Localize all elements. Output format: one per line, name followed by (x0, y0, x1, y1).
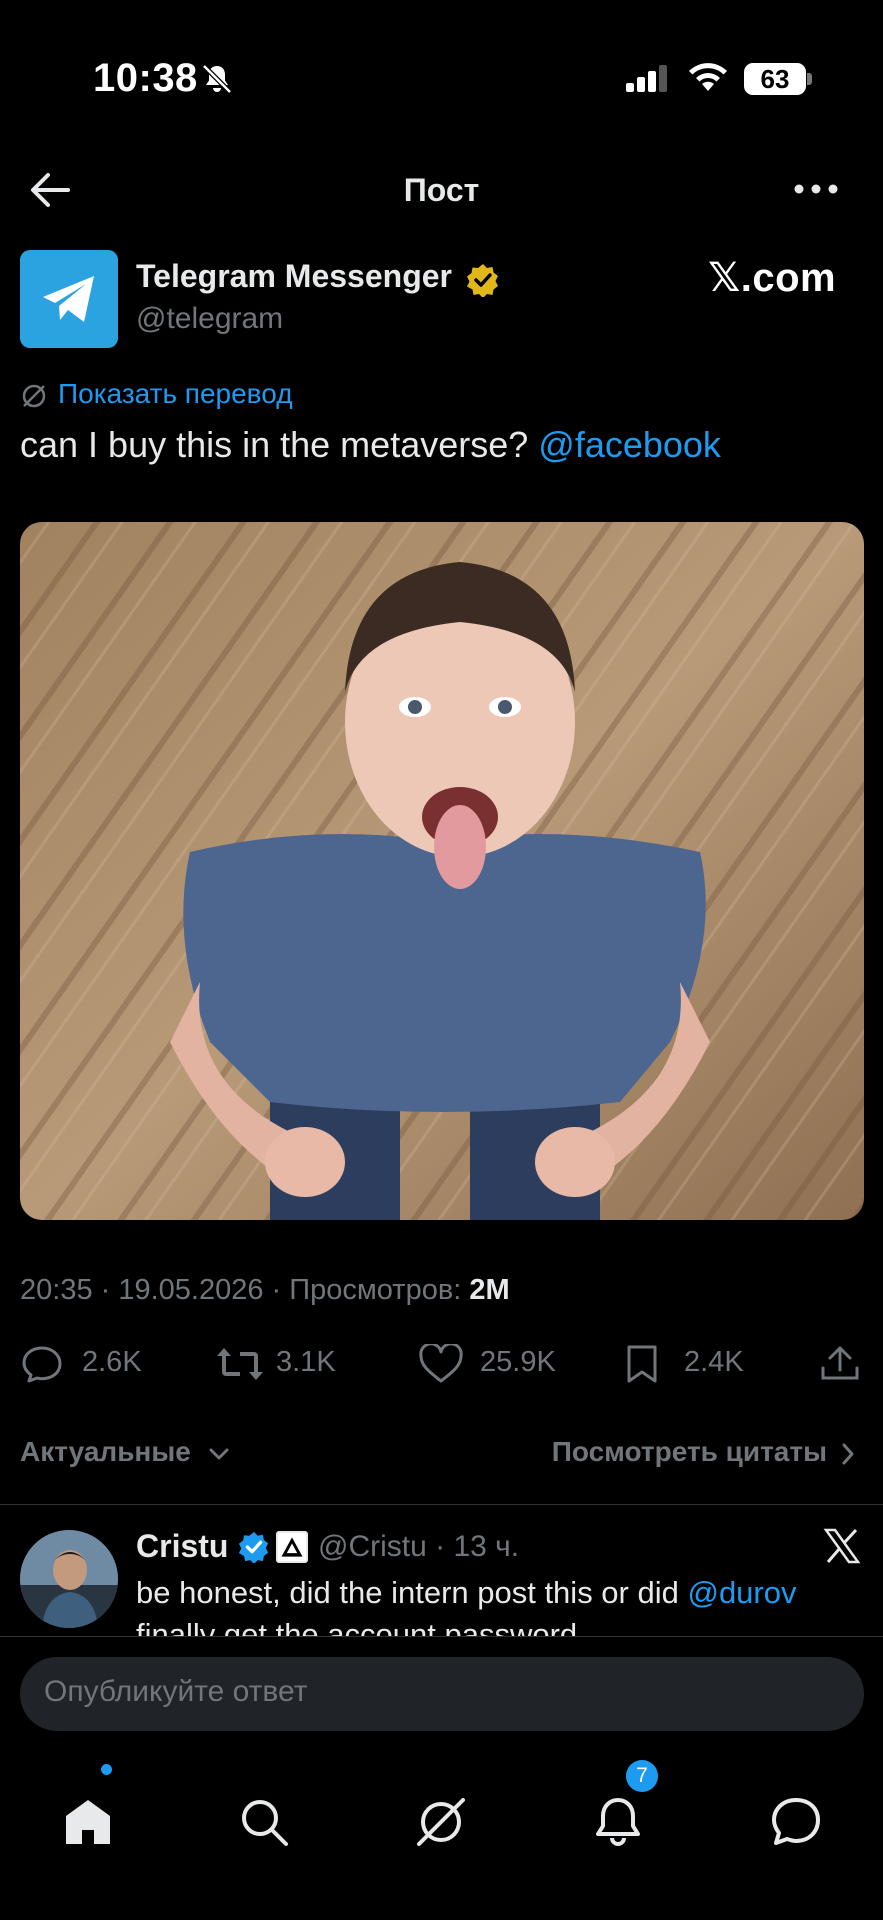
view-quotes-link[interactable]: Посмотреть цитаты (552, 1436, 827, 1468)
home-icon[interactable] (58, 1792, 118, 1852)
bookmark-button[interactable]: 2.4K (622, 1336, 762, 1392)
repost-count: 3.1K (276, 1346, 336, 1378)
post-body: can I buy this in the metaverse? (20, 424, 539, 465)
battery-level: 63 (760, 64, 790, 94)
sort-dropdown[interactable]: Актуальные (20, 1436, 191, 1468)
repost-icon (217, 1348, 263, 1380)
like-button[interactable]: 25.9K (418, 1336, 578, 1392)
share-icon (821, 1346, 859, 1380)
telegram-logo-icon (43, 276, 94, 322)
author-handle[interactable]: @telegram (136, 302, 283, 336)
bookmark-count: 2.4K (684, 1346, 744, 1378)
verified-gold-icon (467, 264, 498, 297)
battery-icon: 63 (744, 63, 812, 95)
translate-icon (22, 384, 46, 408)
home-unread-dot (101, 1764, 112, 1775)
like-icon (419, 1344, 463, 1383)
messages-icon[interactable] (766, 1792, 826, 1852)
page-title: Пост (403, 172, 480, 208)
post-meta: 20:35 · 19.05.2026 · Просмотров: 2M (20, 1274, 510, 1307)
post-mention[interactable]: @facebook (538, 424, 721, 465)
verified-blue-icon (238, 1531, 269, 1563)
reply-input[interactable]: Опубликуйте ответ (20, 1657, 864, 1731)
share-button[interactable] (818, 1336, 862, 1392)
site-logo: 𝕏.com (708, 256, 837, 300)
author-name[interactable]: Telegram Messenger (136, 258, 452, 295)
chevron-right-icon[interactable] (841, 1442, 855, 1466)
reply-mention[interactable]: @durov (687, 1575, 796, 1610)
status-time: 10:38 (93, 56, 198, 100)
post-text: can I buy this in the metaverse? @facebo… (20, 424, 721, 466)
status-bar: 10:38 63 (0, 0, 883, 150)
reply-avatar[interactable] (20, 1530, 118, 1628)
action-bar: 2.6K 3.1K 25.9K 2.4K (0, 1336, 883, 1392)
notifications-icon[interactable] (588, 1792, 648, 1852)
views-count: 2M (469, 1274, 510, 1306)
bell-off-icon (202, 64, 232, 94)
repost-button[interactable]: 3.1K (214, 1336, 354, 1392)
signal-icon (626, 65, 667, 92)
reply-handle-time[interactable]: @Cristu · 13 ч. (318, 1530, 519, 1564)
notifications-badge: 7 (626, 1760, 658, 1792)
divider (0, 1504, 883, 1505)
grok-icon[interactable] (411, 1792, 471, 1852)
x-logo-icon (823, 1528, 861, 1564)
wifi-icon (689, 63, 727, 91)
like-count: 25.9K (480, 1346, 556, 1378)
reply-button[interactable]: 2.6K (20, 1336, 160, 1392)
reply-icon (22, 1346, 62, 1383)
affiliate-badge-icon (276, 1531, 308, 1563)
reply-author-name[interactable]: Cristu (136, 1528, 228, 1565)
compose-bar: Опубликуйте ответ (0, 1636, 883, 1752)
bookmark-icon (627, 1345, 657, 1383)
bottom-tab-bar (0, 1752, 883, 1920)
reply-body-rest: finally get the account password (136, 1617, 578, 1638)
reply-text: be honest, did the intern post this or d… (136, 1572, 876, 1638)
post-image[interactable] (20, 522, 864, 1220)
search-icon[interactable] (234, 1792, 294, 1852)
reply-count: 2.6K (82, 1346, 142, 1378)
post-timestamp: 20:35 · 19.05.2026 · Просмотров: (20, 1274, 470, 1306)
reply-input-placeholder: Опубликуйте ответ (44, 1675, 308, 1708)
replies-filter-row: Актуальные Посмотреть цитаты (0, 1430, 883, 1478)
reply-body: be honest, did the intern post this or d… (136, 1575, 688, 1610)
translate-label: Показать перевод (58, 378, 293, 409)
top-nav: Пост (0, 160, 883, 220)
author-avatar[interactable] (20, 250, 118, 348)
chevron-down-icon[interactable] (208, 1446, 230, 1462)
more-icon[interactable] (792, 174, 840, 204)
